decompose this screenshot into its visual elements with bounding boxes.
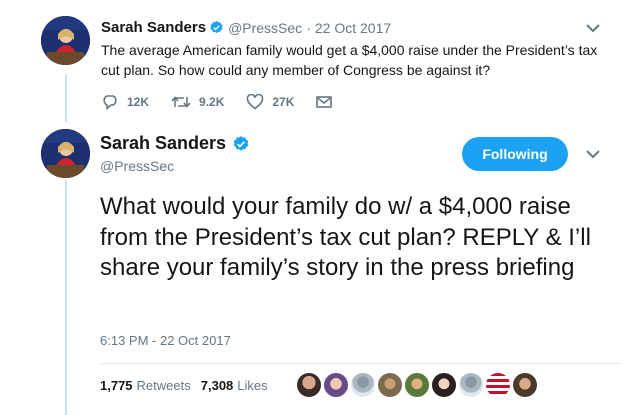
author-name[interactable]: Sarah Sanders [100, 133, 226, 154]
liker-avatar[interactable] [297, 373, 321, 397]
liker-avatar[interactable] [432, 373, 456, 397]
chevron-down-icon[interactable] [584, 148, 602, 160]
liker-avatar[interactable] [513, 373, 537, 397]
like-icon [247, 94, 264, 110]
reply-count: 12K [127, 95, 150, 109]
thread-connector-lower [65, 180, 67, 415]
retweet-icon [171, 96, 191, 108]
author-handle[interactable]: @PressSec [100, 158, 174, 174]
author-handle[interactable]: @PressSec [228, 20, 302, 36]
liker-avatar[interactable] [351, 373, 375, 397]
author-name[interactable]: Sarah Sanders [101, 19, 206, 36]
retweet-count: 9.2K [199, 95, 225, 109]
liker-avatar[interactable] [324, 373, 348, 397]
following-button[interactable]: Following [462, 137, 568, 171]
liker-avatar[interactable] [378, 373, 402, 397]
avatar[interactable] [41, 16, 90, 65]
reply-icon [103, 95, 117, 110]
liker-avatars [297, 373, 540, 397]
main-author: Sarah Sanders [100, 133, 254, 154]
thread-connector [65, 74, 67, 122]
reply-button[interactable]: 12K [101, 94, 149, 110]
chevron-down-icon[interactable] [584, 22, 602, 34]
verified-badge-icon [210, 20, 223, 34]
like-count: 27K [272, 95, 295, 109]
retweets-label[interactable]: Retweets [137, 378, 191, 393]
like-button[interactable]: 27K [246, 94, 294, 110]
liker-avatar[interactable] [459, 373, 483, 397]
tweet-actions: 12K 9.2K 27K [101, 92, 362, 112]
divider [100, 363, 621, 364]
retweets-count[interactable]: 1,775 [100, 378, 133, 393]
message-icon [316, 96, 333, 108]
verified-badge-icon [233, 135, 249, 151]
tweet-timestamp[interactable]: 6:13 PM - 22 Oct 2017 [100, 333, 231, 348]
likes-label[interactable]: Likes [237, 378, 267, 393]
liker-avatar[interactable] [405, 373, 429, 397]
main-tweet-text: What would your family do w/ a $4,000 ra… [100, 193, 591, 281]
parent-tweet-header: Sarah Sanders @PressSec · 22 Oct 2017 [101, 19, 391, 36]
tweet-stats: 1,775 Retweets 7,308 Likes [100, 378, 278, 393]
direct-message-button[interactable] [316, 95, 340, 109]
parent-tweet-text: The average American family would get a … [101, 42, 598, 78]
liker-avatar[interactable] [486, 373, 510, 397]
retweet-button[interactable]: 9.2K [171, 94, 224, 110]
avatar[interactable] [41, 129, 90, 178]
likes-count[interactable]: 7,308 [201, 378, 234, 393]
tweet-date-link[interactable]: 22 Oct 2017 [315, 20, 391, 36]
separator: · [306, 19, 311, 36]
